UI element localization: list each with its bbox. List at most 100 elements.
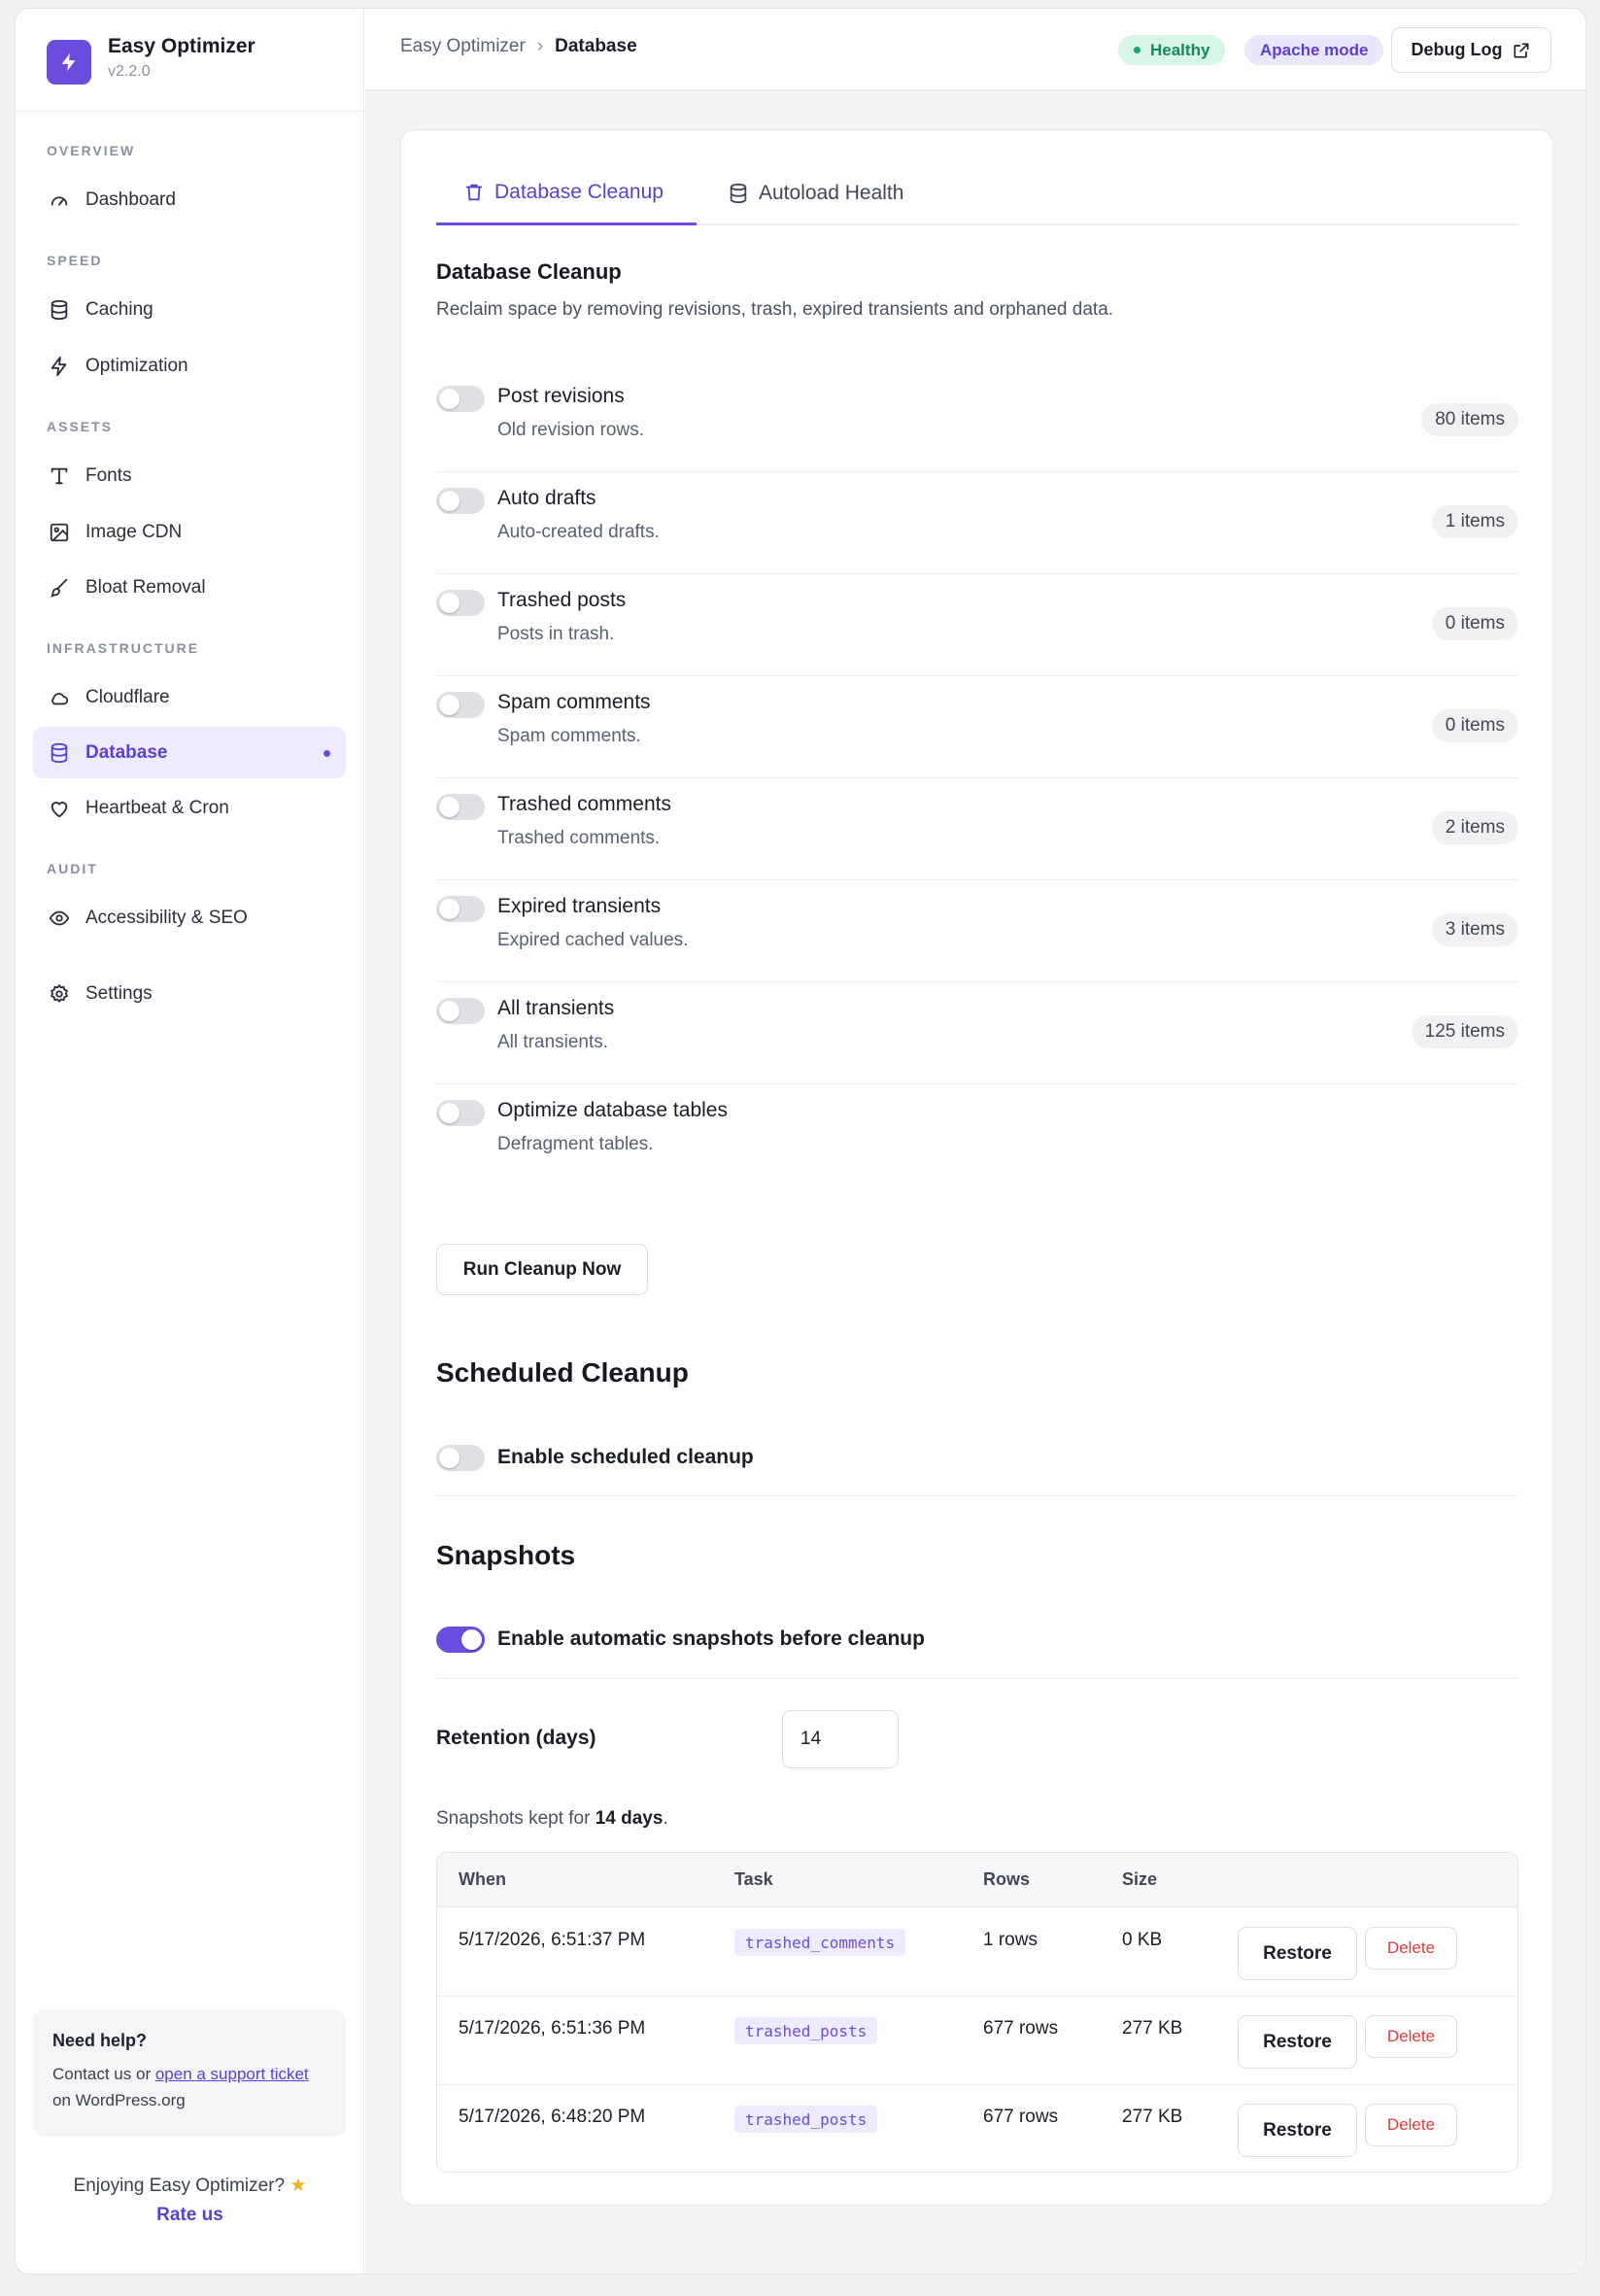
retention-days-input[interactable]: 14 (782, 1710, 899, 1768)
row-title: Optimize database tables (497, 1099, 728, 1121)
row-title: Spam comments (497, 691, 651, 713)
restore-button[interactable]: Restore (1238, 2104, 1357, 2157)
sidebar-item-image-cdn[interactable]: Image CDN (33, 506, 346, 558)
cell-rows: 677 rows (983, 2018, 1059, 2039)
count-badge: 0 items (1431, 709, 1518, 742)
delete-button[interactable]: Delete (1365, 1927, 1457, 1970)
cell-task: trashed_posts (734, 2106, 878, 2133)
retention-label: Retention (days) (436, 1727, 596, 1749)
status-badge-label: Healthy (1150, 40, 1210, 59)
database-icon (51, 299, 68, 320)
cleanup-subtitle: Reclaim space by removing revisions, tra… (436, 299, 1114, 320)
auto-drafts-toggle[interactable] (436, 488, 485, 514)
cell-task: trashed_posts (734, 2017, 878, 2044)
cleanup-row-all-transients: All transients All transients. 125 items (436, 982, 1518, 1084)
delete-button[interactable]: Delete (1365, 2104, 1457, 2146)
gauge-icon (51, 195, 68, 205)
sidebar: Easy Optimizer v2.2.0 OVERVIEW Dashboard… (16, 9, 364, 2274)
sidebar-item-cloudflare[interactable]: Cloudflare (33, 671, 346, 723)
breadcrumb-root[interactable]: Easy Optimizer (400, 36, 526, 57)
sidebar-item-label: Database (85, 741, 168, 763)
row-desc: Auto-created drafts. (497, 522, 660, 542)
sidebar-item-label: Cloudflare (85, 686, 170, 707)
post-revisions-toggle[interactable] (436, 386, 485, 412)
row-title: Post revisions (497, 385, 625, 407)
nav-section-infrastructure: INFRASTRUCTURE (47, 640, 200, 656)
tab-bar: Database Cleanup Autoload Health (436, 161, 1518, 225)
sidebar-item-label: Bloat Removal (85, 576, 206, 598)
scheduled-cleanup-label: Enable scheduled cleanup (497, 1446, 754, 1468)
kept-days: 14 days (595, 1808, 664, 1829)
brush-icon (51, 578, 68, 598)
restore-button[interactable]: Restore (1238, 1927, 1357, 1980)
auto-snapshots-label: Enable automatic snapshots before cleanu… (497, 1628, 925, 1650)
bolt-logo-icon (47, 40, 91, 85)
snapshots-toggle-row: Enable automatic snapshots before cleanu… (436, 1627, 1518, 1685)
table-header: When Task Rows Size (437, 1853, 1517, 1907)
sidebar-item-bloat-removal[interactable]: Bloat Removal (33, 562, 346, 613)
tab-autoload-health[interactable]: Autoload Health (728, 161, 903, 225)
cleanup-row-expired-transients: Expired transients Expired cached values… (436, 880, 1518, 982)
all-transients-toggle[interactable] (436, 998, 485, 1024)
lightning-icon (51, 356, 67, 376)
chevron-right-icon: › (536, 36, 544, 56)
help-title: Need help? (52, 2031, 148, 2050)
trash-icon (465, 184, 483, 200)
table-row: 5/17/2026, 6:48:20 PM trashed_posts 677 … (437, 2085, 1517, 2172)
row-desc: Posts in trash. (497, 624, 615, 644)
eye-icon (49, 910, 70, 925)
sidebar-item-optimization[interactable]: Optimization (33, 340, 346, 392)
spam-comments-toggle[interactable] (436, 692, 485, 718)
cell-rows: 677 rows (983, 2107, 1059, 2127)
breadcrumb-current: Database (555, 36, 637, 56)
count-badge: 80 items (1421, 403, 1518, 436)
support-ticket-link[interactable]: open a support ticket (155, 2065, 309, 2083)
snapshots-table: When Task Rows Size 5/17/2026, 6:51:37 P… (436, 1852, 1518, 2173)
count-badge: 1 items (1431, 505, 1518, 538)
tab-database-cleanup[interactable]: Database Cleanup (436, 161, 697, 225)
cleanup-row-spam-comments: Spam comments Spam comments. 0 items (436, 676, 1518, 778)
count-badge: 3 items (1431, 913, 1518, 946)
divider (436, 1678, 1518, 1679)
run-cleanup-button[interactable]: Run Cleanup Now (436, 1244, 648, 1295)
sidebar-item-settings[interactable]: Settings (33, 968, 346, 1019)
sidebar-item-caching[interactable]: Caching (33, 284, 346, 335)
database-icon (51, 742, 68, 763)
sidebar-item-fonts[interactable]: Fonts (33, 450, 346, 501)
rate-box: Enjoying Easy Optimizer? ★ Rate us (16, 2172, 364, 2230)
restore-button[interactable]: Restore (1238, 2015, 1357, 2069)
gear-icon (50, 983, 69, 1003)
count-badge: 2 items (1431, 811, 1518, 844)
count-badge: 0 items (1431, 607, 1518, 640)
sidebar-item-heartbeat[interactable]: Heartbeat & Cron (33, 782, 346, 834)
debug-log-label: Debug Log (1411, 40, 1503, 59)
scheduled-cleanup-toggle[interactable] (436, 1445, 485, 1471)
cleanup-title: Database Cleanup (436, 259, 622, 284)
sidebar-item-accessibility[interactable]: Accessibility & SEO (33, 892, 346, 943)
row-title: Trashed posts (497, 589, 627, 611)
cell-size: 277 KB (1122, 2018, 1183, 2039)
app-version: v2.2.0 (108, 63, 151, 80)
delete-button[interactable]: Delete (1365, 2015, 1457, 2058)
rate-us-link[interactable]: Rate us (16, 2201, 364, 2230)
trashed-posts-toggle[interactable] (436, 590, 485, 616)
active-indicator-dot (323, 750, 330, 757)
status-dot-icon (1134, 47, 1140, 53)
rate-text: Enjoying Easy Optimizer? (73, 2176, 286, 2196)
help-text-before: Contact us or (52, 2065, 155, 2083)
row-desc: Spam comments. (497, 726, 641, 746)
debug-log-button[interactable]: Debug Log (1391, 27, 1551, 73)
sidebar-item-label: Settings (85, 982, 153, 1004)
breadcrumb: Easy Optimizer › Database (400, 36, 637, 57)
table-row: 5/17/2026, 6:51:36 PM trashed_posts 677 … (437, 1997, 1517, 2085)
trashed-comments-toggle[interactable] (436, 794, 485, 820)
cleanup-row-trashed-posts: Trashed posts Posts in trash. 0 items (436, 574, 1518, 676)
auto-snapshots-toggle[interactable] (436, 1627, 485, 1653)
expired-transients-toggle[interactable] (436, 896, 485, 922)
status-badge: Healthy (1118, 35, 1226, 65)
kept-end: . (663, 1808, 668, 1829)
sidebar-item-label: Caching (85, 298, 153, 320)
sidebar-item-database[interactable]: Database (33, 727, 346, 778)
sidebar-item-dashboard[interactable]: Dashboard (33, 174, 346, 225)
optimize-tables-toggle[interactable] (436, 1100, 485, 1126)
